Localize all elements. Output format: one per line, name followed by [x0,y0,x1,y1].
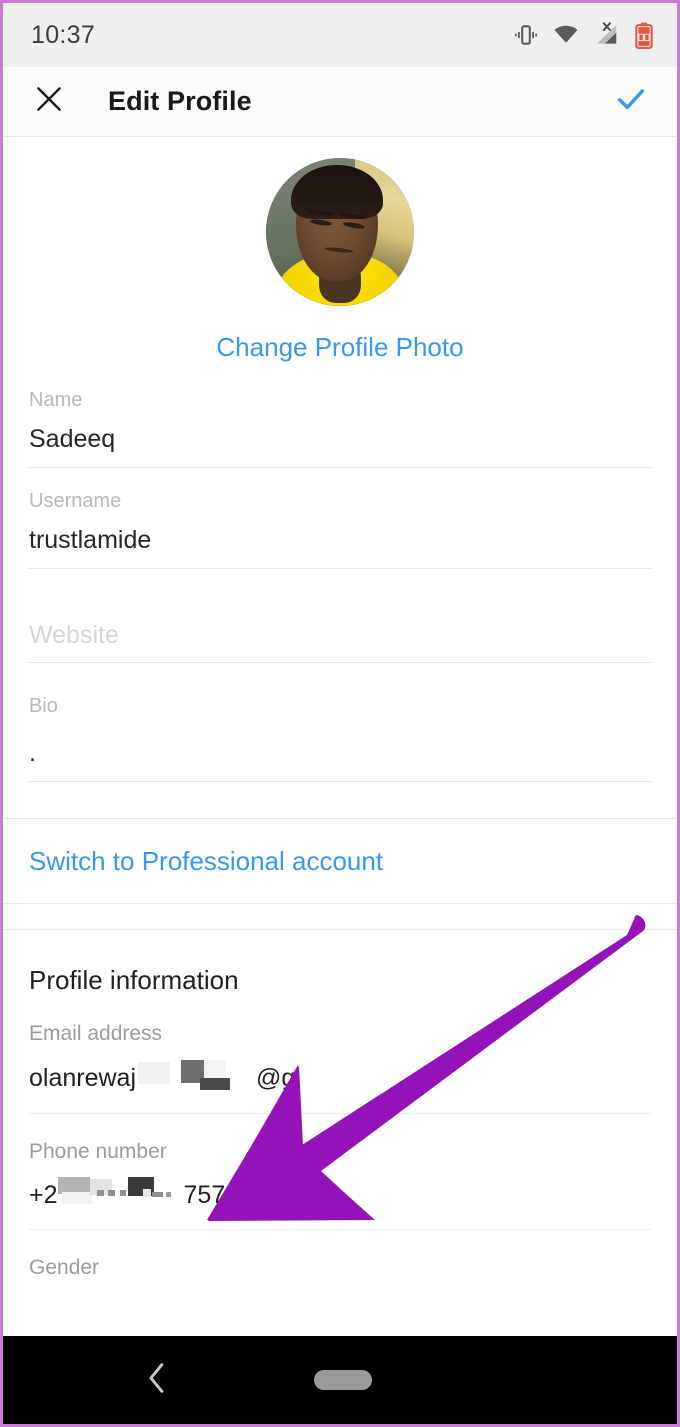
cell-signal-no-sim-icon [593,22,620,48]
name-label: Name [29,389,83,411]
status-bar-icons [513,22,655,49]
back-chevron-icon [144,1361,170,1400]
battery-low-icon [633,22,655,49]
back-button[interactable] [134,1357,180,1403]
bio-label: Bio [29,695,58,718]
username-field: Username trustlamide [29,468,651,569]
profile-information-heading: Profile information [29,965,239,995]
gender-input[interactable] [29,1280,651,1304]
name-field: Name Sadeeq [29,367,651,468]
bio-field: Bio . [29,663,651,782]
username-label: Username [29,489,122,512]
email-visible-end: @g [256,1064,296,1092]
section-spacer-band [3,903,677,930]
phone-number-input[interactable]: +2 757 [29,1164,651,1230]
close-button[interactable] [27,80,71,124]
page-title: Edit Profile [108,86,252,116]
name-input[interactable]: Sadeeq [29,411,651,468]
avatar[interactable] [266,158,414,306]
edit-profile-form: Change Profile Photo Name Sadeeq Usernam… [3,138,677,1336]
email-visible-start: olanrewaj [29,1064,137,1092]
app-bar: Edit Profile [3,67,677,137]
profile-fields: Name Sadeeq Username trustlamide Website… [3,367,677,782]
website-field: Website [29,569,651,664]
wifi-icon [552,22,580,48]
phone-number-label: Phone number [29,1140,167,1163]
home-pill-icon[interactable] [314,1370,372,1390]
avatar-container [3,138,677,306]
phone-number-field: Phone number +2 757 [3,1114,677,1230]
close-icon [32,82,66,121]
username-input[interactable]: trustlamide [29,512,651,569]
phone-visible-end: 757 [183,1181,226,1209]
change-profile-photo-button[interactable]: Change Profile Photo [3,306,677,367]
website-input[interactable]: Website [29,621,651,664]
phone-visible-start: +2 [29,1181,58,1209]
gender-label: Gender [29,1256,100,1279]
vibrate-icon [513,22,539,48]
switch-to-professional-account-button[interactable]: Switch to Professional account [3,819,677,903]
phone-screen: 10:37 Edit Profile Change Profile Photo … [0,0,680,1427]
status-bar: 10:37 [3,3,677,67]
system-navigation-bar [3,1336,677,1424]
bio-input[interactable]: . [29,717,651,782]
gender-field: Gender [3,1230,677,1304]
phone-redaction-blocks [57,1175,184,1216]
email-address-input[interactable]: olanrewaj @g [29,1046,651,1114]
confirm-button[interactable] [609,80,653,124]
email-redaction-blocks [136,1057,256,1100]
status-clock: 10:37 [31,20,96,49]
email-address-field: Email address olanrewaj @g [3,996,677,1114]
email-address-label: Email address [29,1022,163,1045]
check-icon [613,81,649,122]
